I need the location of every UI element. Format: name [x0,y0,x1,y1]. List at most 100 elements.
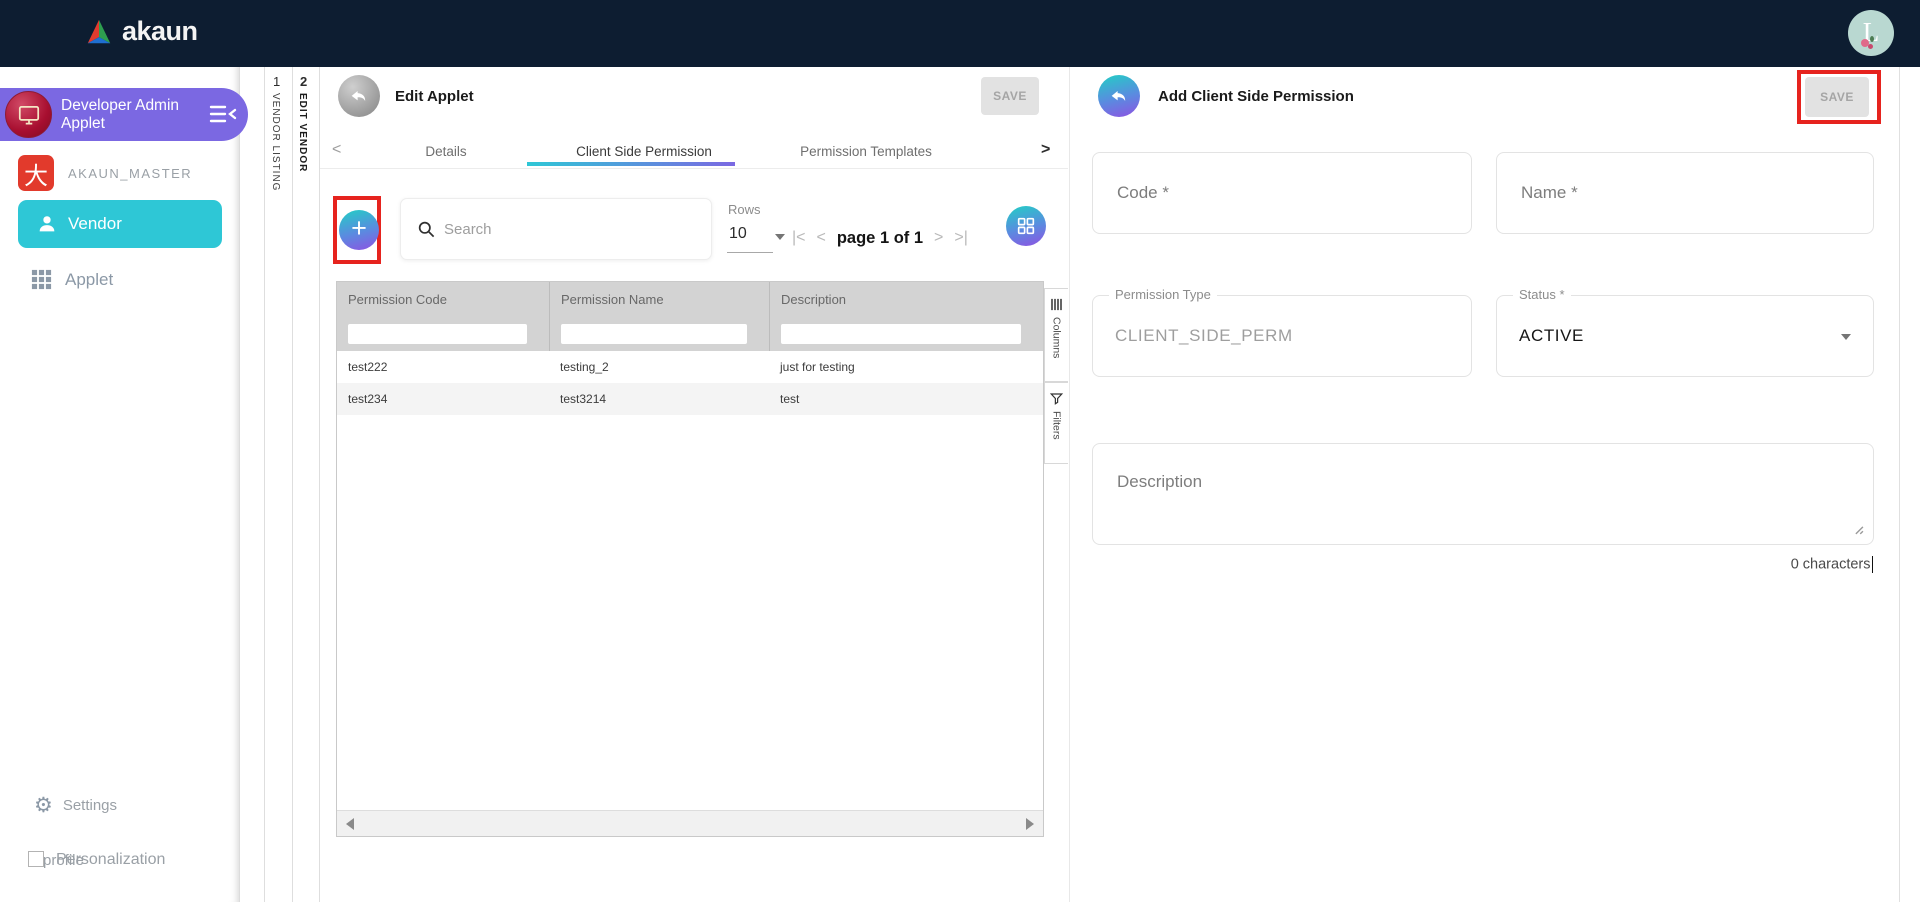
cell-permission-name: test3214 [560,392,607,406]
table-empty-area [337,415,1043,810]
search-box [400,198,712,260]
status-field[interactable]: Status * ACTIVE [1496,287,1874,377]
rows-per-page-select[interactable]: 10 [729,225,747,243]
table-filter-row [337,317,1043,351]
next-page-button[interactable]: > [934,229,943,247]
tenant-row[interactable]: 大 AKAUN_MASTER [18,155,192,191]
prev-page-button[interactable]: < [817,229,826,247]
tenant-label: AKAUN_MASTER [68,165,193,181]
gear-icon: ⚙ [34,794,53,817]
text-cursor [1871,556,1873,573]
back-button[interactable] [1098,75,1140,117]
strip-divider [319,67,320,902]
sidebar-item-applet[interactable]: Applet [30,268,113,291]
filters-label: Filters [1050,411,1063,440]
add-permission-button[interactable]: + [339,210,379,250]
tab-details[interactable]: Details [425,144,466,159]
edit-applet-title: Edit Applet [395,88,474,105]
name-input[interactable] [1497,153,1873,233]
pagination: |< < page 1 of 1 > >| [792,224,968,252]
column-header[interactable]: Description [769,282,1043,317]
cell-description: just for testing [780,360,855,374]
add-permission-title: Add Client Side Permission [1158,88,1354,105]
right-scrollbar-track [1899,67,1900,902]
monitor-icon [18,105,39,125]
back-arrow-icon [351,90,366,101]
collapse-sidebar-icon[interactable] [208,102,238,128]
sidebar-item-label: Vendor [68,214,122,233]
grid-view-icon [1017,217,1035,235]
resize-handle-icon[interactable] [1851,522,1864,535]
rows-caret-icon[interactable] [775,234,785,240]
horizontal-scrollbar[interactable] [337,810,1043,836]
permission-type-value: CLIENT_SIDE_PERM [1115,326,1293,345]
strip-divider [264,67,265,902]
tab-client-side-permission[interactable]: Client Side Permission [576,144,712,159]
person-icon [39,216,55,232]
search-icon [418,221,435,237]
code-input[interactable] [1093,153,1471,233]
table-view-button[interactable] [1006,206,1046,246]
logo-text: akaun [122,16,198,46]
workspace-tab-label: EDIT VENDOR [297,93,308,173]
edit-applet-save-button[interactable]: SAVE [981,77,1039,115]
table-row[interactable]: test234 test3214 test [337,383,1043,415]
back-button[interactable] [338,75,380,117]
scroll-left-icon[interactable] [346,818,354,830]
search-input[interactable] [444,220,694,238]
workspace-tab-label: VENDOR LISTING [270,93,281,192]
column-header[interactable]: Permission Code [337,282,549,317]
permission-type-field: Permission Type CLIENT_SIDE_PERM [1092,287,1472,377]
plus-icon: + [351,213,367,243]
sidebar-item-settings[interactable]: ⚙ Settings [34,795,117,816]
code-field [1092,152,1472,234]
workspace-tab-number: 2 [300,74,308,89]
sidebar-item-label: Applet [65,269,114,289]
top-navbar: akaun L [0,0,1920,67]
filters-tool[interactable]: Filters [1044,382,1068,464]
filter-icon [1049,393,1064,405]
left-sidebar [0,67,240,902]
developer-applet-icon [5,91,52,138]
status-dropdown-icon[interactable] [1841,334,1851,340]
grid-icon [31,269,52,290]
description-field [1092,443,1874,545]
applet-title: Developer Admin Applet [61,97,180,132]
table-row[interactable]: test222 testing_2 just for testing [337,351,1043,383]
cell-permission-name: testing_2 [560,360,609,374]
permission-type-label: Permission Type [1109,287,1217,302]
tabs-scroll-right-icon[interactable]: > [1041,141,1050,159]
strip-divider [292,67,293,902]
tab-permission-templates[interactable]: Permission Templates [800,144,932,159]
akaun-triangle-icon [87,19,111,43]
columns-label: Columns [1050,317,1063,359]
status-label: Status * [1513,287,1571,302]
tabbar-border [320,168,1068,169]
character-count: 0 characters [1600,556,1873,573]
name-field [1496,152,1874,234]
personalization-label[interactable]: Personalization [56,851,165,869]
settings-label: Settings [62,797,118,814]
workspace-tab-number: 1 [273,74,281,89]
back-arrow-icon [1111,90,1126,101]
app-screen: akaun L Developer Admin Applet 大 AKAUN_M… [0,0,1920,902]
sidebar-item-vendor[interactable]: Vendor [18,200,222,248]
avatar-flower-icon [1868,44,1873,49]
filter-permission-code-input[interactable] [348,324,527,344]
filter-permission-name-input[interactable] [561,324,747,344]
applet-header[interactable]: Developer Admin Applet [0,88,248,141]
last-page-button[interactable]: >| [954,229,968,247]
cell-permission-code: test234 [348,392,388,406]
column-header[interactable]: Permission Name [549,282,769,317]
panel-divider [1069,67,1070,902]
cell-permission-code: test222 [348,360,388,374]
first-page-button[interactable]: |< [792,229,806,247]
cell-description: test [780,392,800,406]
description-input[interactable] [1092,443,1874,545]
tabs-scroll-left-icon[interactable]: < [332,141,341,159]
filter-description-input[interactable] [781,324,1021,344]
columns-tool[interactable]: Columns [1044,288,1068,382]
user-avatar[interactable]: L [1848,10,1894,56]
scroll-right-icon[interactable] [1026,818,1034,830]
personalization-checkbox[interactable] [28,851,44,867]
